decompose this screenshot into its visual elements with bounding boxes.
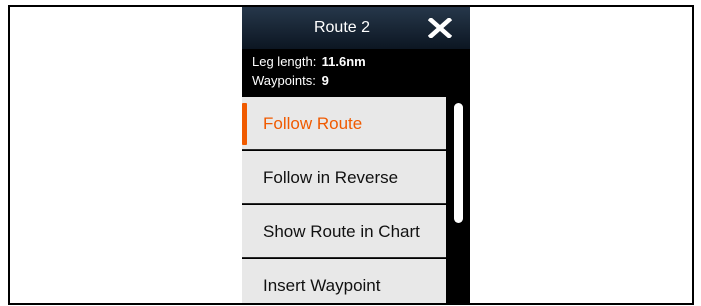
menu-item-follow-route[interactable]: Follow Route bbox=[242, 97, 446, 150]
scrollbar-thumb[interactable] bbox=[454, 103, 463, 223]
menu-item-label: Follow Route bbox=[263, 114, 363, 133]
waypoints-label: Waypoints: bbox=[252, 73, 316, 88]
close-x-icon bbox=[428, 18, 452, 38]
screenshot-frame: Route 2 Leg length: 11.6nm Waypoints: 9 … bbox=[8, 5, 694, 305]
scrollbar-track[interactable] bbox=[448, 97, 470, 303]
waypoints-value: 9 bbox=[321, 73, 329, 88]
route-menu: Follow Route Follow in Reverse Show Rout… bbox=[242, 97, 446, 303]
menu-item-show-route-in-chart[interactable]: Show Route in Chart bbox=[242, 205, 446, 258]
menu-item-label: Follow in Reverse bbox=[263, 168, 399, 187]
menu-item-label: Insert Waypoint bbox=[263, 276, 381, 295]
route-info: Leg length: 11.6nm Waypoints: 9 bbox=[242, 51, 470, 95]
menu-item-insert-waypoint[interactable]: Insert Waypoint bbox=[242, 259, 446, 303]
menu-item-follow-in-reverse[interactable]: Follow in Reverse bbox=[242, 151, 446, 204]
leg-length-label: Leg length: bbox=[252, 54, 317, 69]
route-options-panel: Route 2 Leg length: 11.6nm Waypoints: 9 … bbox=[242, 7, 470, 303]
selection-indicator bbox=[242, 103, 247, 145]
leg-length-value: 11.6nm bbox=[321, 54, 366, 69]
menu-item-label: Show Route in Chart bbox=[263, 222, 420, 241]
close-button[interactable] bbox=[428, 18, 452, 38]
dialog-title: Route 2 bbox=[313, 19, 371, 36]
title-bar: Route 2 bbox=[242, 7, 470, 49]
leg-length-row: Leg length: 11.6nm bbox=[252, 53, 366, 71]
waypoints-row: Waypoints: 9 bbox=[252, 72, 329, 90]
